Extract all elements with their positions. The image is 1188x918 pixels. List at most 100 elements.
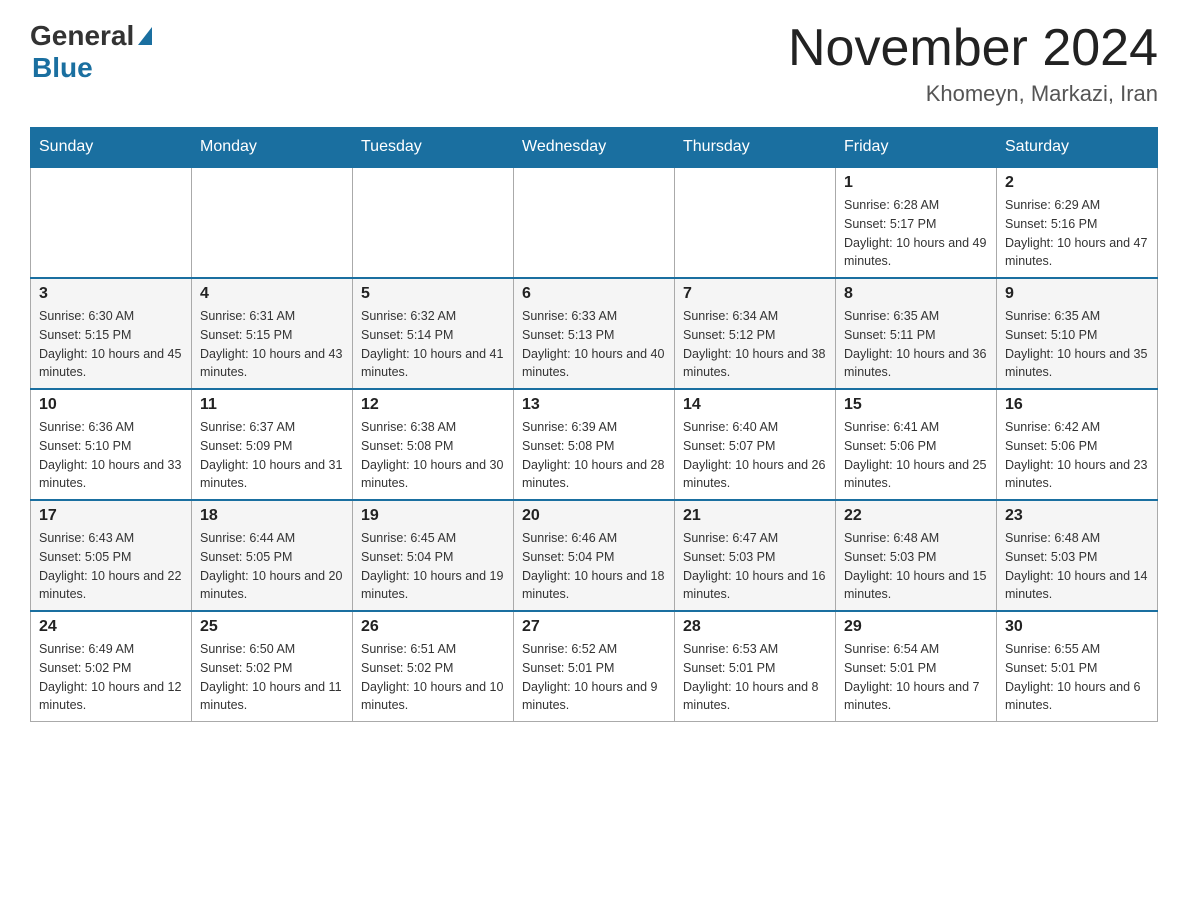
- day-number: 24: [39, 618, 183, 636]
- calendar-cell: 14 Sunrise: 6:40 AMSunset: 5:07 PMDayligh…: [675, 389, 836, 500]
- calendar-cell: 6 Sunrise: 6:33 AMSunset: 5:13 PMDaylight…: [514, 278, 675, 389]
- day-info: Sunrise: 6:35 AMSunset: 5:10 PMDaylight:…: [1005, 307, 1149, 382]
- day-info: Sunrise: 6:50 AMSunset: 5:02 PMDaylight:…: [200, 640, 344, 715]
- calendar-cell: 25 Sunrise: 6:50 AMSunset: 5:02 PMDayligh…: [192, 611, 353, 722]
- logo-general-text: General: [30, 20, 134, 52]
- day-info: Sunrise: 6:35 AMSunset: 5:11 PMDaylight:…: [844, 307, 988, 382]
- day-number: 22: [844, 507, 988, 525]
- calendar-cell: 4Sunrise: 6:31 AMSunset: 5:15 PMDaylight…: [192, 278, 353, 389]
- day-info: Sunrise: 6:33 AMSunset: 5:13 PMDaylight:…: [522, 307, 666, 382]
- day-number: 3: [39, 285, 183, 303]
- day-number: 1: [844, 174, 988, 192]
- day-number: 16: [1005, 396, 1149, 414]
- day-number: 13: [522, 396, 666, 414]
- calendar-week-row: 24 Sunrise: 6:49 AMSunset: 5:02 PMDayligh…: [31, 611, 1158, 722]
- weekday-header-tuesday: Tuesday: [353, 128, 514, 168]
- day-number: 2: [1005, 174, 1149, 192]
- calendar-cell: 23Sunrise: 6:48 AMSunset: 5:03 PMDayligh…: [997, 500, 1158, 611]
- calendar-cell: 17 Sunrise: 6:43 AMSunset: 5:05 PMDayligh…: [31, 500, 192, 611]
- day-info: Sunrise: 6:34 AMSunset: 5:12 PMDaylight:…: [683, 307, 827, 382]
- day-number: 12: [361, 396, 505, 414]
- day-number: 5: [361, 285, 505, 303]
- calendar-cell: 12Sunrise: 6:38 AMSunset: 5:08 PMDayligh…: [353, 389, 514, 500]
- day-info: Sunrise: 6:48 AMSunset: 5:03 PMDaylight:…: [1005, 529, 1149, 604]
- calendar-cell: [514, 167, 675, 278]
- day-info: Sunrise: 6:54 AMSunset: 5:01 PMDaylight:…: [844, 640, 988, 715]
- day-number: 30: [1005, 618, 1149, 636]
- day-info: Sunrise: 6:37 AMSunset: 5:09 PMDaylight:…: [200, 418, 344, 493]
- weekday-header-saturday: Saturday: [997, 128, 1158, 168]
- title-section: November 2024 Khomeyn, Markazi, Iran: [788, 20, 1158, 107]
- day-number: 21: [683, 507, 827, 525]
- calendar-cell: 2 Sunrise: 6:29 AMSunset: 5:16 PMDaylight…: [997, 167, 1158, 278]
- page-header: General Blue November 2024 Khomeyn, Mark…: [30, 20, 1158, 107]
- calendar-cell: 27 Sunrise: 6:52 AMSunset: 5:01 PMDayligh…: [514, 611, 675, 722]
- day-info: Sunrise: 6:28 AMSunset: 5:17 PMDaylight:…: [844, 196, 988, 271]
- day-info: Sunrise: 6:51 AMSunset: 5:02 PMDaylight:…: [361, 640, 505, 715]
- weekday-header-row: SundayMondayTuesdayWednesdayThursdayFrid…: [31, 128, 1158, 168]
- calendar-week-row: 1 Sunrise: 6:28 AMSunset: 5:17 PMDaylight…: [31, 167, 1158, 278]
- weekday-header-friday: Friday: [836, 128, 997, 168]
- calendar-cell: 3Sunrise: 6:30 AMSunset: 5:15 PMDaylight…: [31, 278, 192, 389]
- weekday-header-sunday: Sunday: [31, 128, 192, 168]
- calendar-cell: 21 Sunrise: 6:47 AMSunset: 5:03 PMDayligh…: [675, 500, 836, 611]
- calendar-cell: 8 Sunrise: 6:35 AMSunset: 5:11 PMDaylight…: [836, 278, 997, 389]
- day-info: Sunrise: 6:40 AMSunset: 5:07 PMDaylight:…: [683, 418, 827, 493]
- day-info: Sunrise: 6:32 AMSunset: 5:14 PMDaylight:…: [361, 307, 505, 382]
- day-info: Sunrise: 6:53 AMSunset: 5:01 PMDaylight:…: [683, 640, 827, 715]
- weekday-header-monday: Monday: [192, 128, 353, 168]
- day-number: 6: [522, 285, 666, 303]
- day-number: 7: [683, 285, 827, 303]
- calendar-cell: 7 Sunrise: 6:34 AMSunset: 5:12 PMDaylight…: [675, 278, 836, 389]
- day-info: Sunrise: 6:43 AMSunset: 5:05 PMDaylight:…: [39, 529, 183, 604]
- day-number: 26: [361, 618, 505, 636]
- calendar-cell: 28 Sunrise: 6:53 AMSunset: 5:01 PMDayligh…: [675, 611, 836, 722]
- day-info: Sunrise: 6:39 AMSunset: 5:08 PMDaylight:…: [522, 418, 666, 493]
- day-number: 15: [844, 396, 988, 414]
- day-number: 20: [522, 507, 666, 525]
- location-text: Khomeyn, Markazi, Iran: [788, 81, 1158, 107]
- calendar-cell: 15 Sunrise: 6:41 AMSunset: 5:06 PMDayligh…: [836, 389, 997, 500]
- calendar-cell: 30 Sunrise: 6:55 AMSunset: 5:01 PMDayligh…: [997, 611, 1158, 722]
- month-title: November 2024: [788, 20, 1158, 77]
- calendar-week-row: 10 Sunrise: 6:36 AMSunset: 5:10 PMDayligh…: [31, 389, 1158, 500]
- logo: General Blue: [30, 20, 152, 84]
- day-info: Sunrise: 6:48 AMSunset: 5:03 PMDaylight:…: [844, 529, 988, 604]
- day-info: Sunrise: 6:46 AMSunset: 5:04 PMDaylight:…: [522, 529, 666, 604]
- day-info: Sunrise: 6:49 AMSunset: 5:02 PMDaylight:…: [39, 640, 183, 715]
- day-number: 8: [844, 285, 988, 303]
- day-number: 28: [683, 618, 827, 636]
- day-number: 4: [200, 285, 344, 303]
- day-info: Sunrise: 6:55 AMSunset: 5:01 PMDaylight:…: [1005, 640, 1149, 715]
- calendar-cell: [675, 167, 836, 278]
- day-info: Sunrise: 6:36 AMSunset: 5:10 PMDaylight:…: [39, 418, 183, 493]
- day-info: Sunrise: 6:47 AMSunset: 5:03 PMDaylight:…: [683, 529, 827, 604]
- calendar-table: SundayMondayTuesdayWednesdayThursdayFrid…: [30, 127, 1158, 722]
- calendar-cell: [353, 167, 514, 278]
- calendar-cell: [31, 167, 192, 278]
- calendar-cell: 9Sunrise: 6:35 AMSunset: 5:10 PMDaylight…: [997, 278, 1158, 389]
- calendar-cell: 18Sunrise: 6:44 AMSunset: 5:05 PMDayligh…: [192, 500, 353, 611]
- day-number: 11: [200, 396, 344, 414]
- day-info: Sunrise: 6:29 AMSunset: 5:16 PMDaylight:…: [1005, 196, 1149, 271]
- calendar-cell: [192, 167, 353, 278]
- weekday-header-thursday: Thursday: [675, 128, 836, 168]
- calendar-cell: 11 Sunrise: 6:37 AMSunset: 5:09 PMDayligh…: [192, 389, 353, 500]
- calendar-cell: 24 Sunrise: 6:49 AMSunset: 5:02 PMDayligh…: [31, 611, 192, 722]
- day-number: 19: [361, 507, 505, 525]
- day-number: 29: [844, 618, 988, 636]
- calendar-cell: 29 Sunrise: 6:54 AMSunset: 5:01 PMDayligh…: [836, 611, 997, 722]
- day-info: Sunrise: 6:44 AMSunset: 5:05 PMDaylight:…: [200, 529, 344, 604]
- calendar-cell: 5 Sunrise: 6:32 AMSunset: 5:14 PMDaylight…: [353, 278, 514, 389]
- day-info: Sunrise: 6:41 AMSunset: 5:06 PMDaylight:…: [844, 418, 988, 493]
- logo-blue-text: Blue: [32, 52, 93, 84]
- day-info: Sunrise: 6:42 AMSunset: 5:06 PMDaylight:…: [1005, 418, 1149, 493]
- calendar-cell: 16 Sunrise: 6:42 AMSunset: 5:06 PMDayligh…: [997, 389, 1158, 500]
- day-number: 17: [39, 507, 183, 525]
- day-number: 27: [522, 618, 666, 636]
- day-number: 25: [200, 618, 344, 636]
- day-number: 14: [683, 396, 827, 414]
- day-number: 10: [39, 396, 183, 414]
- day-info: Sunrise: 6:52 AMSunset: 5:01 PMDaylight:…: [522, 640, 666, 715]
- calendar-week-row: 3Sunrise: 6:30 AMSunset: 5:15 PMDaylight…: [31, 278, 1158, 389]
